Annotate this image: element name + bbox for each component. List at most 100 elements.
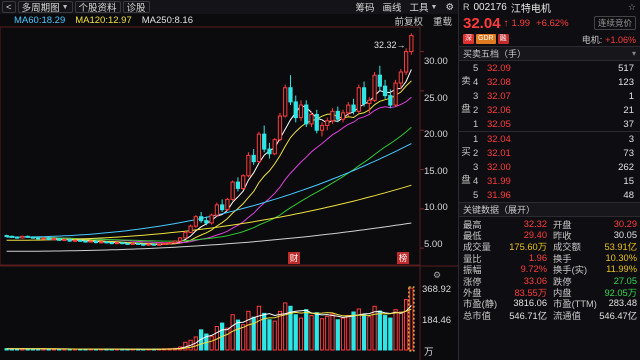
volume-bar xyxy=(177,346,183,351)
order-row[interactable]: 2 32.01 73 xyxy=(473,146,640,160)
order-row[interactable]: 4 32.08 123 xyxy=(473,75,640,89)
candle-body xyxy=(251,154,256,163)
volume-bar xyxy=(193,336,198,351)
gear-icon[interactable]: ⚙ xyxy=(441,0,458,14)
volume-tick: 368.92 xyxy=(422,284,452,295)
candle-body xyxy=(41,237,46,240)
candle-body xyxy=(319,124,325,131)
candle-body xyxy=(293,101,298,119)
tags-row: 深 GDR 融 电机: +1.06% xyxy=(459,32,640,46)
candle-body xyxy=(403,51,409,73)
volume-tick: 184.46 xyxy=(422,315,452,326)
order-price: 32.04 xyxy=(487,133,511,145)
order-row[interactable]: 2 32.06 21 xyxy=(473,103,640,117)
volume-bar xyxy=(30,348,36,351)
high-annotation: 32.32→ xyxy=(374,40,406,50)
candle-body xyxy=(288,87,293,103)
order-volume: 3 xyxy=(628,133,634,145)
candle-body xyxy=(67,238,72,242)
order-row[interactable]: 5 32.09 517 xyxy=(473,61,640,75)
sector-change[interactable]: 电机: +1.06% xyxy=(582,33,636,46)
candle-body xyxy=(141,243,146,246)
volume-bar xyxy=(283,302,288,351)
volume-bar xyxy=(351,311,356,351)
volume-bar xyxy=(25,348,30,351)
order-row[interactable]: 3 32.07 1 xyxy=(473,89,640,103)
order-volume: 517 xyxy=(618,62,634,74)
back-button[interactable]: < xyxy=(2,1,16,13)
candle-body xyxy=(104,241,109,244)
candle-body xyxy=(167,242,172,245)
overlay-button[interactable]: 重载 xyxy=(433,14,452,28)
stat-value: 9.72% xyxy=(520,264,547,275)
candle-body xyxy=(78,239,83,242)
volume-bar xyxy=(319,318,325,351)
draw-line-button[interactable]: 画线 xyxy=(379,0,406,14)
tools-dropdown[interactable]: 工具 ▼ xyxy=(406,0,442,14)
order-row[interactable]: 5 31.96 48 xyxy=(473,188,640,202)
volume-bar xyxy=(277,310,283,351)
chevron-down-icon: ▼ xyxy=(61,3,69,11)
order-level: 1 xyxy=(473,133,479,145)
order-row[interactable]: 3 32.00 262 xyxy=(473,160,640,174)
key-stats-header[interactable]: 关键数据（展开） xyxy=(459,202,640,216)
candle-body xyxy=(398,71,403,84)
ma10-line xyxy=(6,80,412,245)
order-volume: 37 xyxy=(623,118,634,130)
ma5-line xyxy=(6,69,412,246)
volume-unit: 万 xyxy=(424,347,434,358)
candle-body xyxy=(72,239,78,242)
stat-value: 32.32 xyxy=(523,218,547,229)
order-level: 3 xyxy=(473,90,479,102)
star-icon[interactable]: ☆ xyxy=(628,2,636,13)
order-volume: 1 xyxy=(628,90,634,102)
order-level: 1 xyxy=(473,118,479,130)
event-marker-finance[interactable]: 财 xyxy=(288,252,300,264)
candle-body xyxy=(246,154,251,177)
candle-body xyxy=(272,139,277,155)
candle-body xyxy=(361,87,367,104)
diagnose-button[interactable]: 诊股 xyxy=(122,1,150,14)
chips-button[interactable]: 筹码 xyxy=(351,0,378,14)
event-marker-list[interactable]: 榜 xyxy=(397,252,409,264)
volume-settings-icon[interactable]: ⚙ xyxy=(433,270,441,281)
multi-period-dropdown[interactable]: 多周期图 ▼ xyxy=(17,1,73,14)
volume-bar xyxy=(62,348,67,351)
volume-bar xyxy=(304,309,309,351)
order-price: 32.09 xyxy=(487,62,511,74)
volume-bar xyxy=(403,299,409,351)
order-row[interactable]: 4 31.99 15 xyxy=(473,174,640,188)
volume-bar xyxy=(78,348,83,351)
volume-bar xyxy=(235,319,241,351)
candle-body xyxy=(51,238,57,241)
price-panel-frame xyxy=(0,26,421,266)
ma250-line xyxy=(6,222,412,252)
ma-legend: MA60:18.29 MA120:12.97 MA250:8.16 前复权 重载 xyxy=(0,14,458,28)
volume-bar xyxy=(314,312,319,351)
candle-body xyxy=(198,216,204,222)
order-volume: 21 xyxy=(623,104,634,116)
kline-chart[interactable] xyxy=(0,0,458,360)
order-price: 31.99 xyxy=(487,175,511,187)
order-row[interactable]: 1 32.04 3 xyxy=(473,132,640,146)
stock-info-button[interactable]: 个股资料 xyxy=(74,1,121,14)
volume-bar xyxy=(288,305,293,351)
volume-bar xyxy=(141,348,146,351)
candle-body xyxy=(356,87,361,112)
volume-bar xyxy=(209,335,214,351)
volume-bar xyxy=(367,316,372,351)
candle-body xyxy=(325,120,330,126)
pre-adjust-button[interactable]: 前复权 xyxy=(394,14,423,28)
order-row[interactable]: 1 32.05 37 xyxy=(473,117,640,131)
orderbook-header[interactable]: 买卖五档（手） ▾ xyxy=(459,46,640,60)
candle-body xyxy=(151,243,156,246)
order-volume: 48 xyxy=(623,189,634,201)
candle-body xyxy=(30,236,36,239)
volume-bar xyxy=(409,287,414,351)
price-tick: 15.00 xyxy=(424,166,448,177)
sell-side-label: 卖盘 xyxy=(461,76,471,115)
volume-bar xyxy=(398,311,403,351)
candle-body xyxy=(225,198,230,211)
candle-body xyxy=(230,181,235,200)
chart-panel[interactable]: < 多周期图 ▼ 个股资料 诊股 筹码 画线 工具 ▼ ⚙ MA60:18.29 M… xyxy=(0,0,458,360)
